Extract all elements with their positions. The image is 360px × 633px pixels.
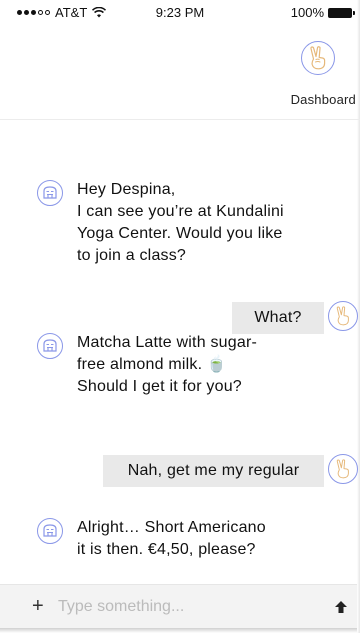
message-line: it is then. €4,50, please? [77, 541, 256, 558]
peace-hand-icon [310, 46, 326, 70]
user-avatar [328, 301, 358, 331]
battery-icon [328, 7, 355, 18]
peace-hand-icon [336, 306, 349, 326]
header: Dashboard [0, 24, 360, 120]
message-line: free almond milk. 🍵 [77, 356, 227, 373]
bottom-shadow [0, 628, 357, 633]
gorilla-icon [43, 339, 57, 352]
bot-avatar [37, 180, 63, 206]
user-avatar [328, 454, 358, 484]
add-attachment-button[interactable]: + [32, 595, 44, 617]
battery-percent: 100% [290, 5, 324, 20]
message-line: to join a class? [77, 247, 187, 264]
user-message: Nah, get me my regular [103, 455, 324, 487]
message-input[interactable] [58, 594, 298, 620]
status-right: 100% [290, 5, 355, 20]
composer: + [0, 584, 357, 628]
bot-message: Alright… Short Americano it is then. €4,… [77, 517, 266, 561]
bot-avatar [37, 518, 63, 544]
send-button[interactable] [330, 596, 352, 618]
bot-message: Hey Despina, I can see you’re at Kundali… [77, 179, 284, 267]
user-message: What? [232, 302, 324, 334]
gorilla-icon [43, 186, 57, 199]
bot-message: Matcha Latte with sugar- free almond mil… [77, 332, 257, 398]
dashboard-button[interactable] [301, 41, 335, 75]
message-line: Hey Despina, [77, 181, 176, 198]
peace-hand-icon [336, 459, 349, 479]
message-line: Alright… Short Americano [77, 519, 266, 536]
bot-avatar [37, 333, 63, 359]
dashboard-label[interactable]: Dashboard [291, 92, 356, 107]
message-line: I can see you’re at Kundalini [77, 203, 284, 220]
gorilla-icon [43, 524, 57, 537]
message-line: Yoga Center. Would you like [77, 225, 283, 242]
status-bar: AT&T 9:23 PM 100% [0, 0, 360, 24]
message-line: Matcha Latte with sugar- [77, 334, 257, 351]
arrow-up-icon [335, 601, 347, 613]
message-line: Should I get it for you? [77, 378, 242, 395]
chat-screen: AT&T 9:23 PM 100% Dashboard Hey Despina,… [0, 0, 360, 633]
